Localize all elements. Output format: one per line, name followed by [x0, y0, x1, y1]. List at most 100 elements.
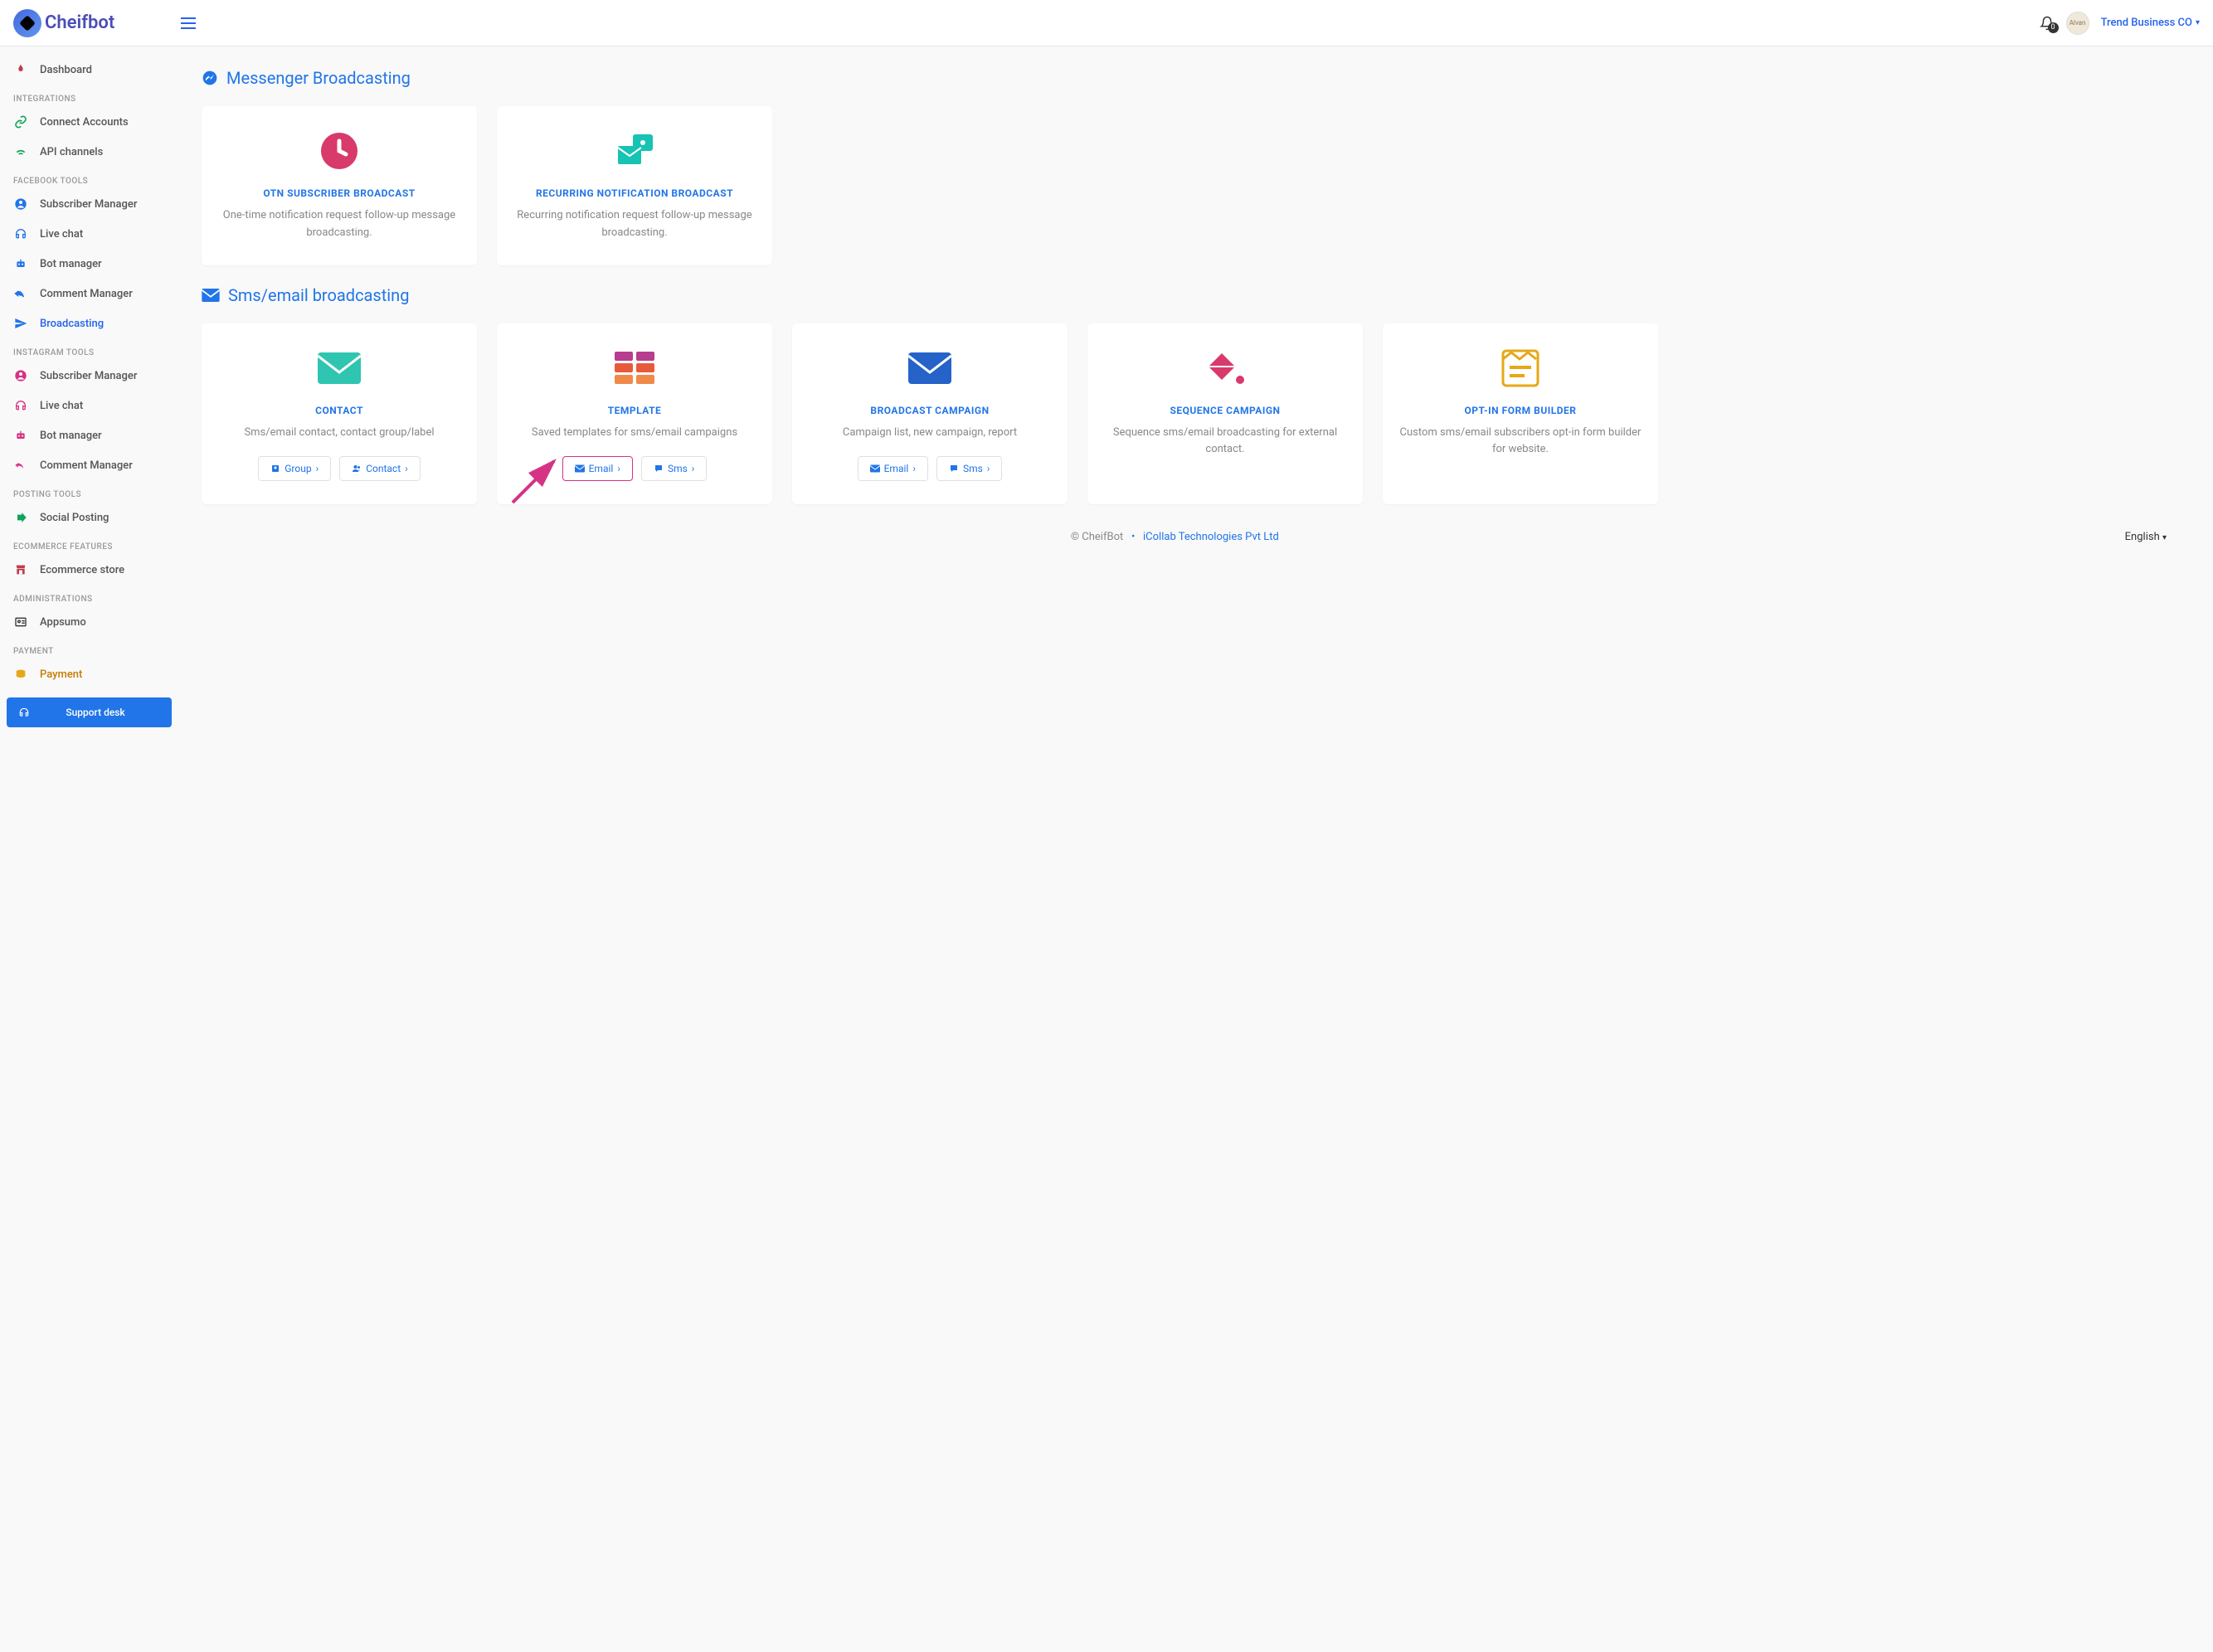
envelope-icon: [202, 289, 220, 302]
card-title: TEMPLATE: [513, 405, 756, 416]
sidebar-item-live-chat-ig[interactable]: Live chat: [0, 391, 178, 420]
card-title: BROADCAST CAMPAIGN: [809, 405, 1051, 416]
chevron-right-icon: ›: [912, 463, 916, 474]
envelope-icon: [809, 345, 1051, 391]
footer: © CheifBot • iCollab Technologies Pvt Lt…: [202, 514, 2190, 576]
card-desc: Sms/email contact, contact group/label: [218, 425, 460, 442]
chevron-right-icon: ›: [617, 463, 620, 474]
sidebar-section-facebook: FACEBOOK TOOLS: [0, 167, 178, 189]
sidebar-section-integrations: INTEGRATIONS: [0, 85, 178, 107]
brand-logo[interactable]: Cheifbot: [13, 9, 114, 37]
sidebar-item-live-chat-fb[interactable]: Live chat: [0, 219, 178, 249]
card-desc: Sequence sms/email broadcasting for exte…: [1104, 425, 1346, 459]
sidebar-section-posting: POSTING TOOLS: [0, 480, 178, 503]
sidebar-item-appsumo[interactable]: Appsumo: [0, 607, 178, 637]
support-desk-button[interactable]: Support desk: [7, 697, 172, 727]
group-button[interactable]: Group ›: [258, 456, 331, 481]
sms-campaign-button[interactable]: Sms ›: [936, 456, 1002, 481]
notifications-bell-icon[interactable]: 0: [2040, 16, 2055, 31]
chevron-right-icon: ›: [405, 463, 408, 474]
chevron-right-icon: ›: [316, 463, 319, 474]
sidebar-item-label: Bot manager: [40, 258, 102, 270]
contact-button[interactable]: Contact ›: [339, 456, 421, 481]
card-title: CONTACT: [218, 405, 460, 416]
brand-name: Cheifbot: [45, 12, 114, 33]
sidebar-item-social-posting[interactable]: Social Posting: [0, 503, 178, 532]
sidebar-section-instagram: INSTAGRAM TOOLS: [0, 338, 178, 361]
sidebar-item-label: Appsumo: [40, 616, 86, 629]
section-sms-title: Sms/email broadcasting: [202, 285, 2190, 305]
card-otn-broadcast[interactable]: OTN SUBSCRIBER BROADCAST One-time notifi…: [202, 106, 477, 265]
share-icon: [13, 510, 28, 525]
form-builder-icon: [1399, 345, 1642, 391]
top-header: Cheifbot 0 Alvan Trend Business CO ▾: [0, 0, 2213, 46]
envelope-icon: [218, 345, 460, 391]
robot-icon: [13, 256, 28, 271]
card-sequence-campaign[interactable]: SEQUENCE CAMPAIGN Sequence sms/email bro…: [1087, 323, 1363, 505]
user-avatar[interactable]: Alvan: [2066, 12, 2089, 35]
sidebar-item-dashboard[interactable]: Dashboard: [0, 55, 178, 85]
sidebar-item-broadcasting[interactable]: Broadcasting: [0, 309, 178, 338]
card-desc: Saved templates for sms/email campaigns: [513, 425, 756, 442]
copyright-label: © CheifBot: [1071, 531, 1123, 543]
reply-all-icon: [13, 458, 28, 473]
language-dropdown[interactable]: English ▾: [2125, 531, 2167, 543]
sidebar-item-label: Comment Manager: [40, 288, 133, 300]
email-template-button[interactable]: Email ›: [562, 456, 633, 481]
sidebar-item-bot-manager-ig[interactable]: Bot manager: [0, 420, 178, 450]
sidebar-section-payment: PAYMENT: [0, 637, 178, 659]
email-campaign-button[interactable]: Email ›: [858, 456, 928, 481]
sidebar-item-bot-manager-fb[interactable]: Bot manager: [0, 249, 178, 279]
sidebar-item-label: Social Posting: [40, 512, 109, 524]
sidebar-item-label: API channels: [40, 146, 103, 158]
card-desc: Campaign list, new campaign, report: [809, 425, 1051, 442]
card-optin-form[interactable]: OPT-IN FORM BUILDER Custom sms/email sub…: [1383, 323, 1658, 505]
sidebar-item-ecommerce-store[interactable]: Ecommerce store: [0, 555, 178, 585]
store-icon: [13, 562, 28, 577]
link-icon: [13, 114, 28, 129]
sidebar-item-connect-accounts[interactable]: Connect Accounts: [0, 107, 178, 137]
sidebar-item-subscriber-manager-ig[interactable]: Subscriber Manager: [0, 361, 178, 391]
send-icon: [13, 316, 28, 331]
sidebar-item-payment[interactable]: Payment: [0, 659, 178, 689]
notifications-count: 0: [2048, 22, 2059, 33]
card-title: OTN SUBSCRIBER BROADCAST: [218, 187, 460, 199]
sidebar-item-label: Subscriber Manager: [40, 198, 137, 211]
chevron-down-icon: ▾: [2162, 533, 2167, 542]
card-recurring-broadcast[interactable]: RECURRING NOTIFICATION BROADCAST Recurri…: [497, 106, 772, 265]
sidebar-section-ecommerce: ECOMMERCE FEATURES: [0, 532, 178, 555]
sidebar-item-label: Ecommerce store: [40, 564, 124, 576]
card-title: RECURRING NOTIFICATION BROADCAST: [513, 187, 756, 199]
company-link[interactable]: iCollab Technologies Pvt Ltd: [1143, 531, 1279, 543]
sidebar-item-subscriber-manager-fb[interactable]: Subscriber Manager: [0, 189, 178, 219]
sidebar-item-comment-manager-fb[interactable]: Comment Manager: [0, 279, 178, 309]
user-circle-icon: [13, 197, 28, 211]
sidebar-item-label: Subscriber Manager: [40, 370, 137, 382]
sidebar-item-api-channels[interactable]: API channels: [0, 137, 178, 167]
sidebar: Dashboard INTEGRATIONS Connect Accounts …: [0, 46, 178, 1652]
support-desk-label: Support desk: [28, 707, 163, 718]
card-desc: Custom sms/email subscribers opt-in form…: [1399, 425, 1642, 459]
clock-icon: [218, 128, 460, 174]
card-desc: Recurring notification request follow-up…: [513, 207, 756, 242]
messenger-icon: [202, 70, 218, 86]
user-circle-icon: [13, 368, 28, 383]
sidebar-item-label: Bot manager: [40, 430, 102, 442]
sidebar-item-label: Dashboard: [40, 64, 92, 76]
sidebar-item-comment-manager-ig[interactable]: Comment Manager: [0, 450, 178, 480]
wifi-icon: [13, 144, 28, 159]
user-dropdown[interactable]: Trend Business CO ▾: [2101, 17, 2200, 29]
robot-icon: [13, 428, 28, 443]
sidebar-item-label: Payment: [40, 668, 82, 681]
card-template: TEMPLATE Saved templates for sms/email c…: [497, 323, 772, 505]
chevron-right-icon: ›: [692, 463, 695, 474]
menu-toggle-icon[interactable]: [181, 17, 196, 29]
card-contact: CONTACT Sms/email contact, contact group…: [202, 323, 477, 505]
sms-template-button[interactable]: Sms ›: [641, 456, 707, 481]
card-broadcast-campaign: BROADCAST CAMPAIGN Campaign list, new ca…: [792, 323, 1068, 505]
reply-all-icon: [13, 286, 28, 301]
sidebar-item-label: Live chat: [40, 228, 83, 241]
logo-icon: [13, 9, 41, 37]
sidebar-item-label: Broadcasting: [40, 318, 104, 330]
section-messenger-title: Messenger Broadcasting: [202, 68, 2190, 88]
